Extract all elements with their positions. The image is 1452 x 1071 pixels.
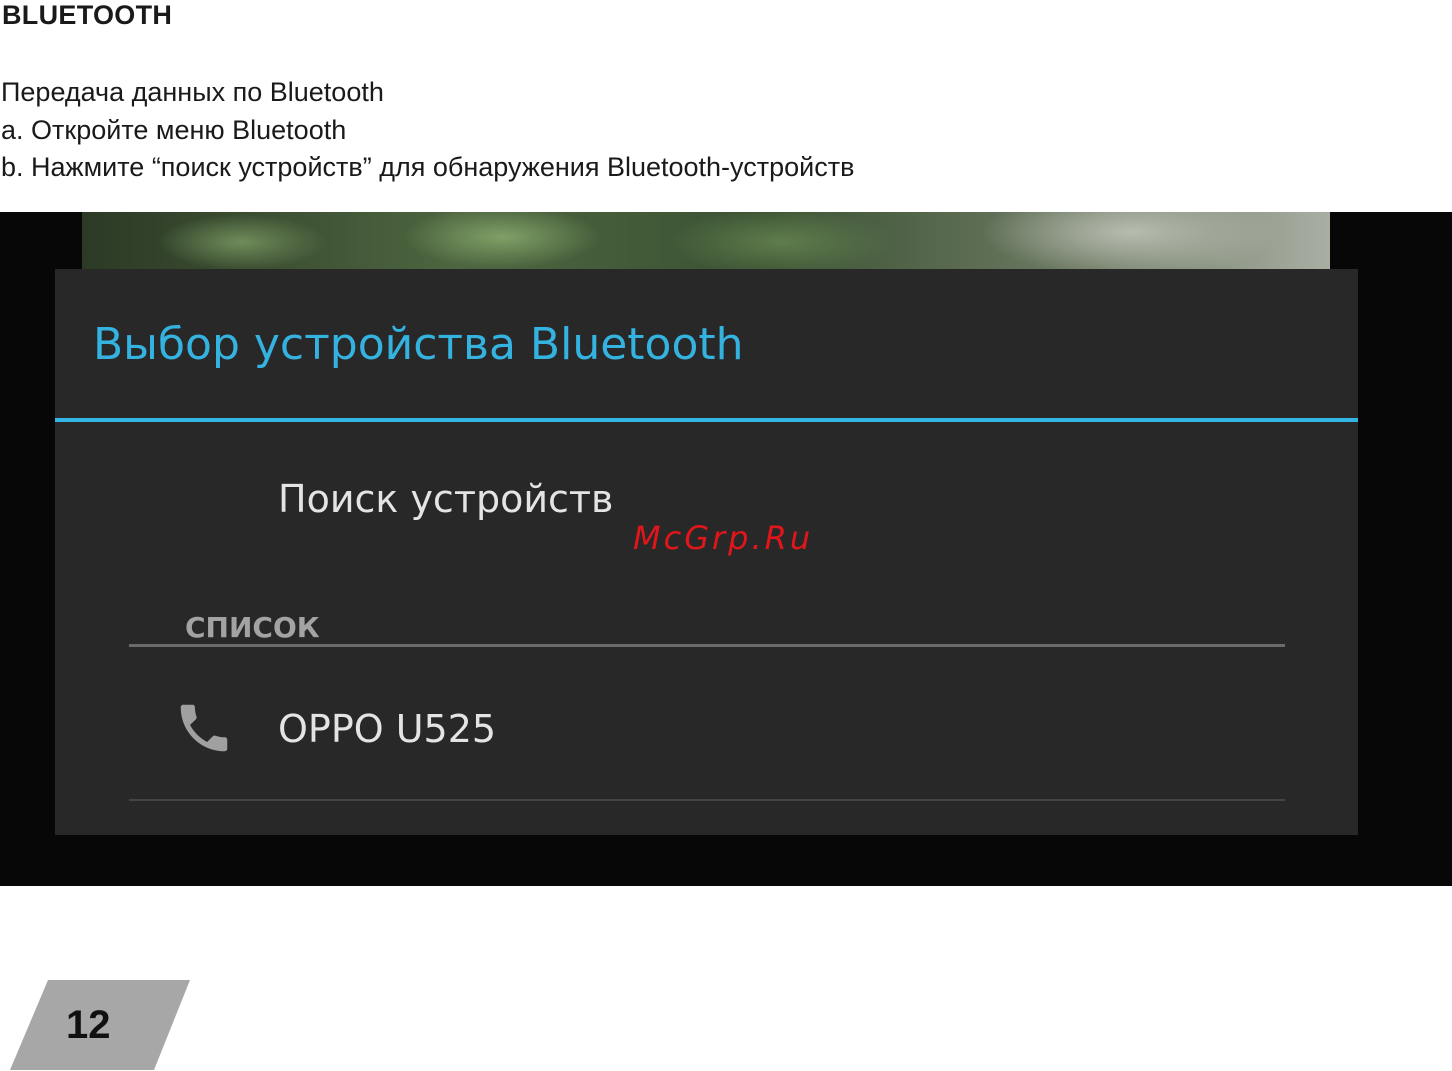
watermark: McGrp.Ru bbox=[633, 519, 814, 557]
device-screenshot: Выбор устройства Bluetooth Поиск устройс… bbox=[0, 212, 1452, 886]
wallpaper bbox=[82, 212, 1330, 272]
phone-icon bbox=[173, 697, 235, 759]
scan-devices-button[interactable]: Поиск устройств bbox=[278, 477, 613, 521]
device-list-header: СПИСОК bbox=[185, 611, 320, 644]
instructions: Передача данных по Bluetooth a. Откройте… bbox=[1, 74, 854, 187]
device-list-item[interactable]: OPPO U525 bbox=[129, 647, 1285, 799]
instruction-line: Передача данных по Bluetooth bbox=[1, 77, 384, 107]
instruction-step-b: b. Нажмите “поиск устройств” для обнаруж… bbox=[1, 152, 855, 182]
dialog-title: Выбор устройства Bluetooth bbox=[93, 319, 744, 370]
device-name: OPPO U525 bbox=[278, 707, 497, 751]
row-divider bbox=[129, 799, 1285, 801]
title-divider bbox=[55, 418, 1358, 422]
section-heading: BLUETOOTH bbox=[2, 0, 173, 30]
instruction-step-a: a. Откройте меню Bluetooth bbox=[1, 114, 347, 145]
page-number: 12 bbox=[66, 1003, 111, 1047]
